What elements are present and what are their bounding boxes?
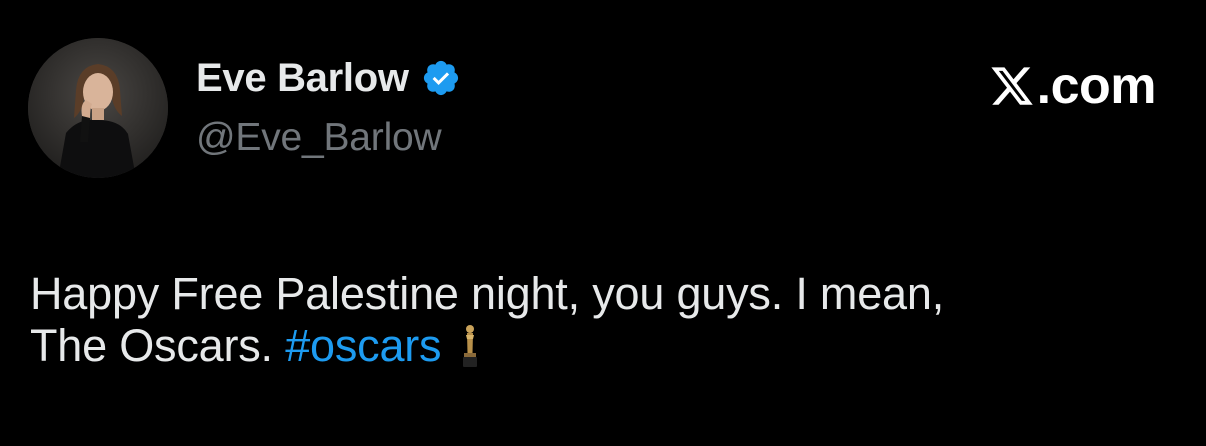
tweet-line-2: The Oscars. #oscars	[30, 320, 1180, 372]
tweet-line-2-text: The Oscars.	[30, 320, 273, 371]
brand-domain: .com	[1036, 57, 1157, 115]
brand-mark: .com	[989, 56, 1157, 116]
hashtag-link[interactable]: #oscars	[285, 320, 441, 371]
avatar[interactable]	[28, 38, 168, 178]
tweet-card: Eve Barlow @Eve_Barlow .com Happy Free P…	[0, 0, 1206, 446]
tweet-text: Happy Free Palestine night, you guys. I …	[30, 268, 1180, 372]
x-logo-icon	[989, 63, 1035, 109]
author-block: Eve Barlow @Eve_Barlow	[196, 52, 461, 162]
name-row: Eve Barlow	[196, 52, 461, 104]
author-display-name[interactable]: Eve Barlow	[196, 52, 409, 104]
tweet-line-1: Happy Free Palestine night, you guys. I …	[30, 268, 945, 319]
oscar-statuette-icon	[457, 323, 483, 369]
author-handle[interactable]: @Eve_Barlow	[196, 114, 461, 162]
profile-photo	[28, 38, 168, 178]
verified-badge-icon[interactable]	[421, 58, 461, 98]
